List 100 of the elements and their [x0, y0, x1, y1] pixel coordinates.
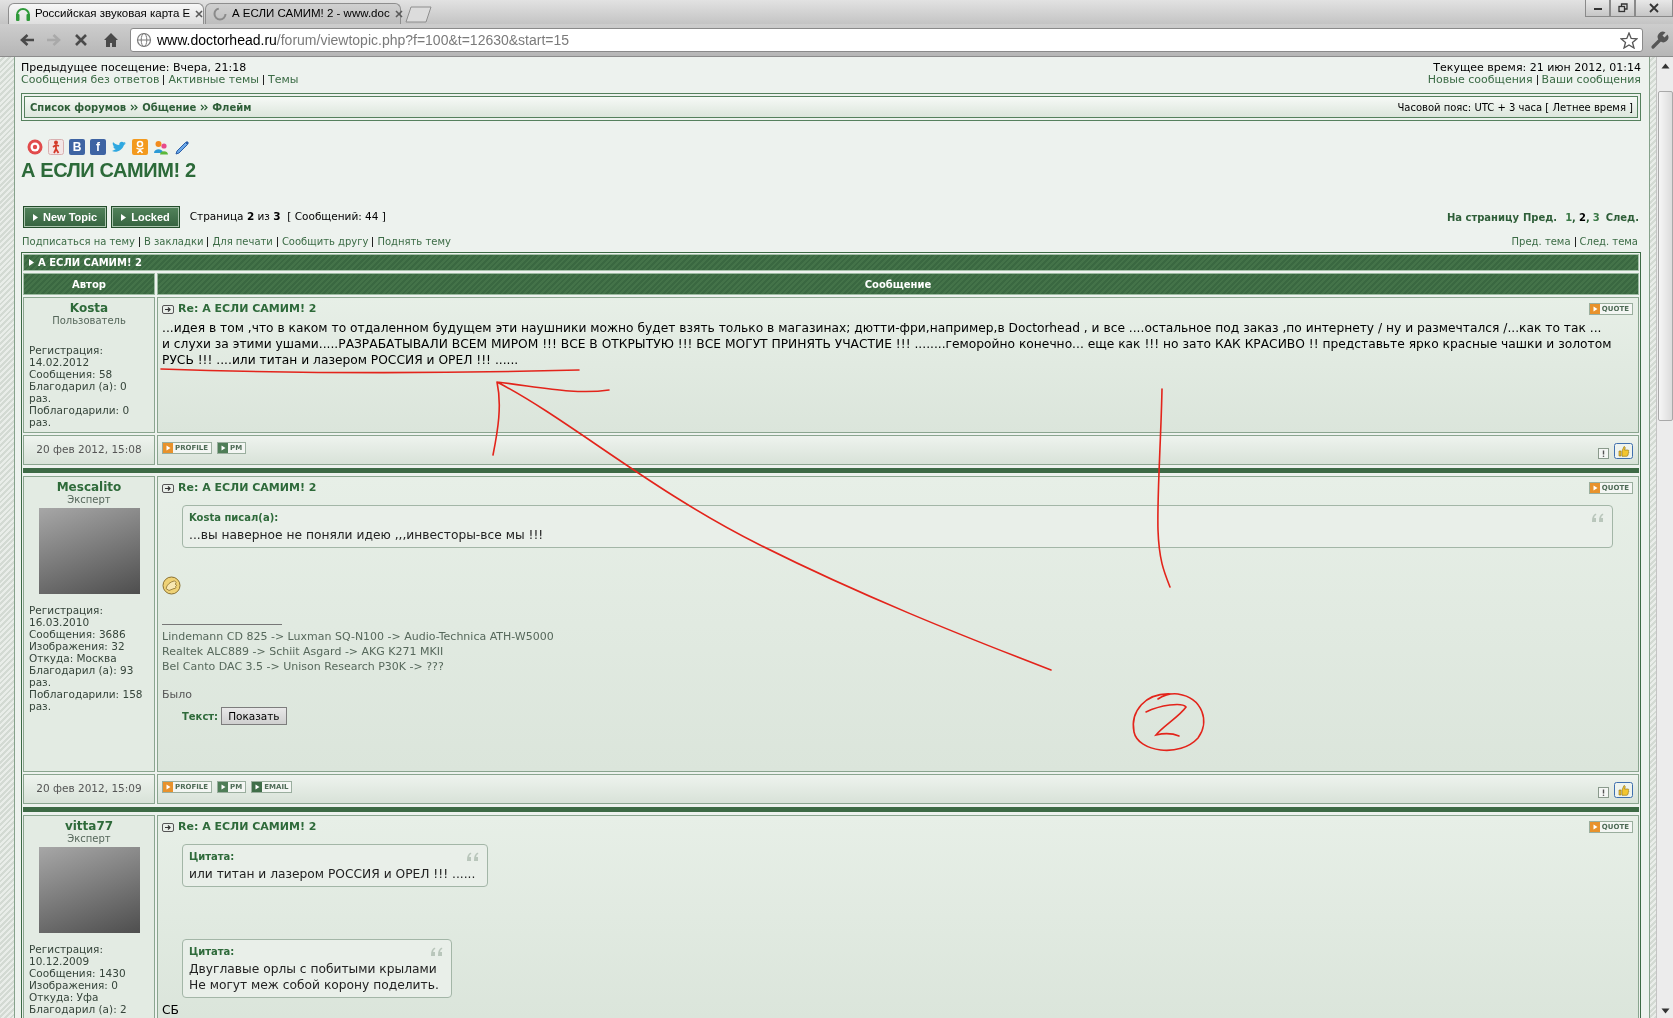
back-icon[interactable] [19, 32, 35, 48]
post-text: ...идея в том ,что в каком то отдаленном будущем эти наушники можно будет взять только в магазинах; дютти-фри,например,в Doctorhead , и все ....остальное под заказ ,по интернету / ну и размечтался /...как то так ... и слухи за этими ушами.....РАЗРАБАТЫВАЛИ ВСЕМ МИРОМ !!! ВСЕ В ОТКРЫТУЮ !!! ВСЕ МОГУТ ПРИНЯТЬ УЧАСТИЕ !!! ........геморойно конечно... еще как !!! но зато КАК КРАСИВО !! представьте ярко красные чашки и золотом РУСЬ !!! ....или титан и лазером РОССИЯ и ОРЕЛ !!! ...... [162, 320, 1612, 368]
signature-line: Bel Canto DAC 3.5 -> Unison Research P30K -> ??? [162, 659, 445, 674]
page-link[interactable]: 3 [1592, 209, 1600, 225]
nav-link[interactable]: Ваши сообщения [1541, 74, 1641, 86]
nav-link[interactable]: Новые сообщения [1427, 74, 1533, 86]
nav-link[interactable]: Темы [267, 74, 299, 86]
quote-text: или титан и лазером РОССИЯ и ОРЕЛ !!! ...... [189, 866, 476, 882]
user-stat: Откуда: Уфа [29, 991, 100, 1003]
topic-link[interactable]: Подписаться на тему [22, 236, 135, 248]
locked-button[interactable]: Locked [111, 206, 180, 228]
user-stat: Сообщения: 1430 [29, 967, 127, 979]
restore-icon [1617, 3, 1628, 13]
topic-link[interactable]: В закладки [143, 236, 204, 248]
last-visit-text: Предыдущее посещение: Вчера, 21:18 [21, 62, 247, 74]
play-icon [121, 213, 127, 221]
play-icon [29, 259, 34, 266]
quote-title: Цитата: [189, 851, 235, 863]
post-subject[interactable]: Re: А ЕСЛИ САМИМ! 2 [178, 479, 317, 497]
user-stat: Поблагодарили: 158 раз. [29, 688, 144, 712]
topic-nav-link[interactable]: Пред. тема [1511, 236, 1571, 248]
breadcrumb-link[interactable]: Флейм [212, 99, 252, 115]
share-link[interactable]: B [69, 139, 85, 155]
user-stat: Благодарил (а): 0 раз. [29, 380, 128, 404]
prev-page-link[interactable]: Пред. [1522, 209, 1558, 225]
next-page-link[interactable]: След. [1605, 209, 1639, 225]
browser-tab[interactable]: Российская звуковая карта Е [8, 3, 204, 24]
exclamation-icon[interactable] [1598, 448, 1609, 459]
nav-link[interactable]: Сообщения без ответов [21, 74, 160, 86]
post-subject[interactable]: Re: А ЕСЛИ САМИМ! 2 [178, 300, 317, 318]
figure-tile-icon[interactable] [132, 139, 148, 155]
star-icon[interactable] [1620, 31, 1638, 49]
user-stat: Благодарил (а): 93 раз. [29, 664, 135, 688]
scroll-down-icon[interactable] [1660, 1008, 1670, 1014]
address-field[interactable]: www.doctorhead.ru/forum/viewtopic.php?f=100&t=12630&start=15 [130, 28, 1643, 52]
quote-mark-icon [428, 945, 443, 957]
author-name[interactable]: Mescalito [56, 480, 122, 494]
emoji-icon [162, 576, 181, 595]
loading-spinner-icon [212, 6, 228, 22]
thumbs-up-icon[interactable] [1614, 782, 1633, 798]
people-icon[interactable] [153, 139, 169, 155]
user-stat: Регистрация: 16.03.2010 [29, 604, 104, 628]
current-time-text: Текущее время: 21 июн 2012, 01:14 [1433, 62, 1641, 74]
author-name[interactable]: vitta77 [64, 819, 114, 833]
quote-text: ...вы наверное не поняли идею ,,,инвесторы-все мы !!! [189, 527, 544, 543]
close-icon [1649, 3, 1659, 13]
post-text: СБ [162, 1002, 179, 1018]
topic-link[interactable]: Для печати [212, 236, 273, 248]
user-stat: Изображения: 0 [29, 979, 119, 991]
close-button[interactable] [1635, 0, 1673, 17]
close-icon[interactable] [194, 9, 205, 19]
timezone-text: Часовой пояс: UTC + 3 часа [ Летнее время ] [1397, 100, 1633, 115]
figure-icon[interactable] [48, 139, 64, 155]
show-button[interactable]: Показать [221, 707, 287, 725]
user-stat: Сообщения: 58 [29, 368, 114, 380]
user-stat: Изображения: 32 [29, 640, 126, 652]
spoiler-label: Текст: [182, 709, 219, 724]
scrollbar[interactable] [1656, 57, 1673, 1018]
wrench-icon[interactable] [1650, 30, 1670, 50]
user-stat: Откуда: Москва [29, 652, 118, 664]
scrollbar-thumb[interactable] [1657, 91, 1673, 421]
post-subject[interactable]: Re: А ЕСЛИ САМИМ! 2 [178, 818, 317, 836]
play-icon [33, 213, 38, 221]
topic-nav-link[interactable]: След. тема [1579, 236, 1638, 248]
page-separator: , [1585, 210, 1590, 225]
browser-tab[interactable]: А ЕСЛИ САМИМ! 2 - www.doc [205, 3, 401, 24]
round-badge-icon[interactable] [27, 139, 43, 155]
globe-icon [136, 32, 152, 48]
exclamation-icon[interactable] [1598, 787, 1609, 798]
scroll-up-icon[interactable] [1660, 63, 1670, 69]
post-date: 20 фев 2012, 15:08 [23, 435, 155, 465]
pencil-icon[interactable] [174, 139, 190, 155]
quote-mark-icon [1590, 511, 1604, 523]
close-icon[interactable] [393, 9, 404, 19]
post-icon [162, 822, 174, 832]
breadcrumb-link[interactable]: Список форумов [30, 99, 127, 115]
user-stat: Благодарил (а): 2 [29, 1003, 128, 1015]
topic-link[interactable]: Поднять тему [377, 236, 451, 248]
author-name[interactable]: Kosta [69, 301, 109, 315]
pagination-label: На страницу [1446, 210, 1519, 225]
restore-button[interactable] [1610, 0, 1635, 17]
page-separator: , [1572, 210, 1576, 225]
new-topic-button[interactable]: New Topic [23, 206, 108, 228]
chevron-icon [200, 103, 209, 111]
share-link[interactable]: f [90, 139, 106, 155]
quote-title: Kosta писал(а): [189, 512, 279, 524]
nav-link[interactable]: Активные темы [168, 74, 259, 86]
column-header: Автор [23, 273, 155, 295]
topic-link[interactable]: Сообщить другу [281, 236, 369, 248]
breadcrumb-link[interactable]: Общение [142, 99, 197, 115]
home-icon[interactable] [103, 32, 119, 48]
play-icon [1589, 304, 1600, 314]
post-icon [162, 304, 174, 314]
minimize-button[interactable] [1585, 0, 1610, 17]
page-link[interactable]: 2 [1578, 209, 1586, 225]
user-stat: Регистрация: 14.02.2012 [29, 344, 104, 368]
quote-title: Цитата: [189, 946, 235, 958]
stop-icon[interactable] [73, 32, 89, 48]
thumbs-up-icon[interactable] [1614, 443, 1633, 459]
topic-bar-title: А ЕСЛИ САМИМ! 2 [38, 256, 142, 270]
